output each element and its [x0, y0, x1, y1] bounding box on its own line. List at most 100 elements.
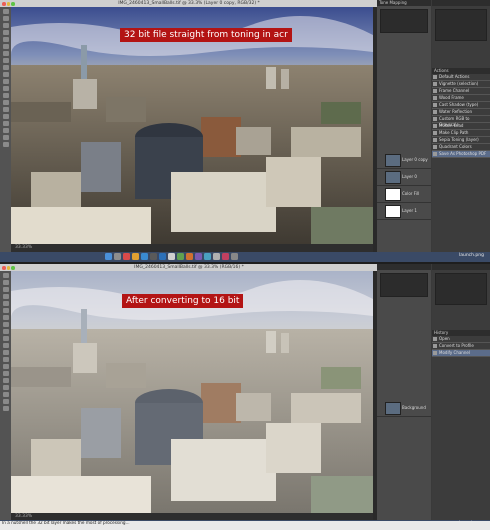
action-item[interactable]: Quadrant Colors [432, 144, 490, 151]
hand-tool-icon[interactable] [2, 399, 9, 404]
action-item[interactable]: Vignette (selection) [432, 81, 490, 88]
move-tool-icon[interactable] [2, 273, 9, 278]
heal-tool-icon[interactable] [2, 315, 9, 320]
layer-row[interactable]: Layer 0 copy [377, 152, 431, 169]
crop-tool-icon[interactable] [2, 37, 9, 42]
tools-panel [0, 271, 11, 522]
wand-tool-icon[interactable] [2, 294, 9, 299]
app-icon[interactable] [132, 253, 139, 260]
minimize-icon[interactable] [6, 2, 10, 6]
app-icon[interactable] [150, 253, 157, 260]
brush-tool-icon[interactable] [2, 322, 9, 327]
action-item[interactable]: Water Reflection [432, 109, 490, 116]
action-item-selected[interactable]: Save As Photoshop PDF [432, 151, 490, 158]
brush-tool-icon[interactable] [2, 58, 9, 63]
zoom-icon[interactable] [11, 266, 15, 270]
marquee-tool-icon[interactable] [2, 280, 9, 285]
gradient-tool-icon[interactable] [2, 86, 9, 91]
minimize-icon[interactable] [6, 266, 10, 270]
action-icon [433, 110, 437, 114]
info-box [435, 273, 487, 305]
layer-row[interactable]: Layer 0 [377, 169, 431, 186]
city-photo [11, 7, 373, 244]
eraser-tool-icon[interactable] [2, 79, 9, 84]
annotation-banner: After converting to 16 bit [122, 294, 244, 308]
panel-spacer [432, 308, 490, 330]
lasso-tool-icon[interactable] [2, 23, 9, 28]
shape-tool-icon[interactable] [2, 128, 9, 133]
panel-header [377, 264, 431, 270]
app-icon[interactable] [114, 253, 121, 260]
heal-tool-icon[interactable] [2, 51, 9, 56]
layer-row[interactable]: Background [377, 400, 431, 417]
layer-row[interactable]: Color Fill [377, 186, 431, 203]
path-select-icon[interactable] [2, 385, 9, 390]
close-icon[interactable] [2, 2, 6, 6]
pen-tool-icon[interactable] [2, 107, 9, 112]
zoom-level: 33.33% [15, 514, 33, 519]
eraser-tool-icon[interactable] [2, 343, 9, 348]
image-canvas[interactable] [11, 7, 373, 244]
history-state-icon [433, 351, 437, 355]
stamp-tool-icon[interactable] [2, 65, 9, 70]
move-tool-icon[interactable] [2, 9, 9, 14]
close-icon[interactable] [2, 266, 6, 270]
crop-tool-icon[interactable] [2, 301, 9, 306]
dock-icons [105, 253, 240, 261]
action-item[interactable]: Make Clip Path [432, 130, 490, 137]
blur-tool-icon[interactable] [2, 357, 9, 362]
action-item[interactable]: Cast Shadow (type) [432, 102, 490, 109]
app-icon[interactable] [123, 253, 130, 260]
zoom-level: 33.33% [15, 245, 33, 250]
app-icon[interactable] [222, 253, 229, 260]
zoom-tool-icon[interactable] [2, 142, 9, 147]
action-item[interactable]: Sepia Toning (layer) [432, 137, 490, 144]
pen-tool-icon[interactable] [2, 371, 9, 376]
action-item[interactable]: Molten Lead [432, 123, 490, 130]
history-brush-icon[interactable] [2, 72, 9, 77]
history-brush-icon[interactable] [2, 336, 9, 341]
type-tool-icon[interactable] [2, 378, 9, 383]
eyedropper-tool-icon[interactable] [2, 308, 9, 313]
app-icon[interactable] [213, 253, 220, 260]
app-icon[interactable] [141, 253, 148, 260]
trash-icon[interactable] [231, 253, 238, 260]
info-box [435, 9, 487, 41]
zoom-icon[interactable] [11, 2, 15, 6]
history-item[interactable]: Convert to Profile [432, 343, 490, 350]
history-item[interactable]: Open [432, 336, 490, 343]
hand-tool-icon[interactable] [2, 135, 9, 140]
app-icon[interactable] [204, 253, 211, 260]
app-icon[interactable] [195, 253, 202, 260]
action-item[interactable]: Frame Channel [432, 88, 490, 95]
dodge-tool-icon[interactable] [2, 364, 9, 369]
stamp-tool-icon[interactable] [2, 329, 9, 334]
shape-tool-icon[interactable] [2, 392, 9, 397]
action-item[interactable]: Custom RGB to Grayscale [432, 116, 490, 127]
app-icon[interactable] [186, 253, 193, 260]
wand-tool-icon[interactable] [2, 30, 9, 35]
caption-text: In a nutshell the 32 bit layer makes the… [0, 521, 490, 530]
layer-row[interactable]: Layer 1 [377, 203, 431, 220]
dock-label: launch.png [458, 253, 484, 258]
gradient-tool-icon[interactable] [2, 350, 9, 355]
lasso-tool-icon[interactable] [2, 287, 9, 292]
app-icon[interactable] [177, 253, 184, 260]
layer-name: Layer 1 [402, 208, 417, 213]
dodge-tool-icon[interactable] [2, 100, 9, 105]
history-item-selected[interactable]: Modify Channel [432, 350, 490, 357]
zoom-tool-icon[interactable] [2, 406, 9, 411]
action-icon [433, 96, 437, 100]
marquee-tool-icon[interactable] [2, 16, 9, 21]
path-select-icon[interactable] [2, 121, 9, 126]
layer-thumbnail [385, 171, 401, 184]
finder-icon[interactable] [105, 253, 112, 260]
photoshop-icon[interactable] [159, 253, 166, 260]
actions-panel: Actions Default Actions Vignette (select… [432, 0, 490, 262]
action-item[interactable]: Wood Frame [432, 95, 490, 102]
blur-tool-icon[interactable] [2, 93, 9, 98]
action-item[interactable]: Default Actions [432, 74, 490, 81]
eyedropper-tool-icon[interactable] [2, 44, 9, 49]
app-icon[interactable] [168, 253, 175, 260]
type-tool-icon[interactable] [2, 114, 9, 119]
